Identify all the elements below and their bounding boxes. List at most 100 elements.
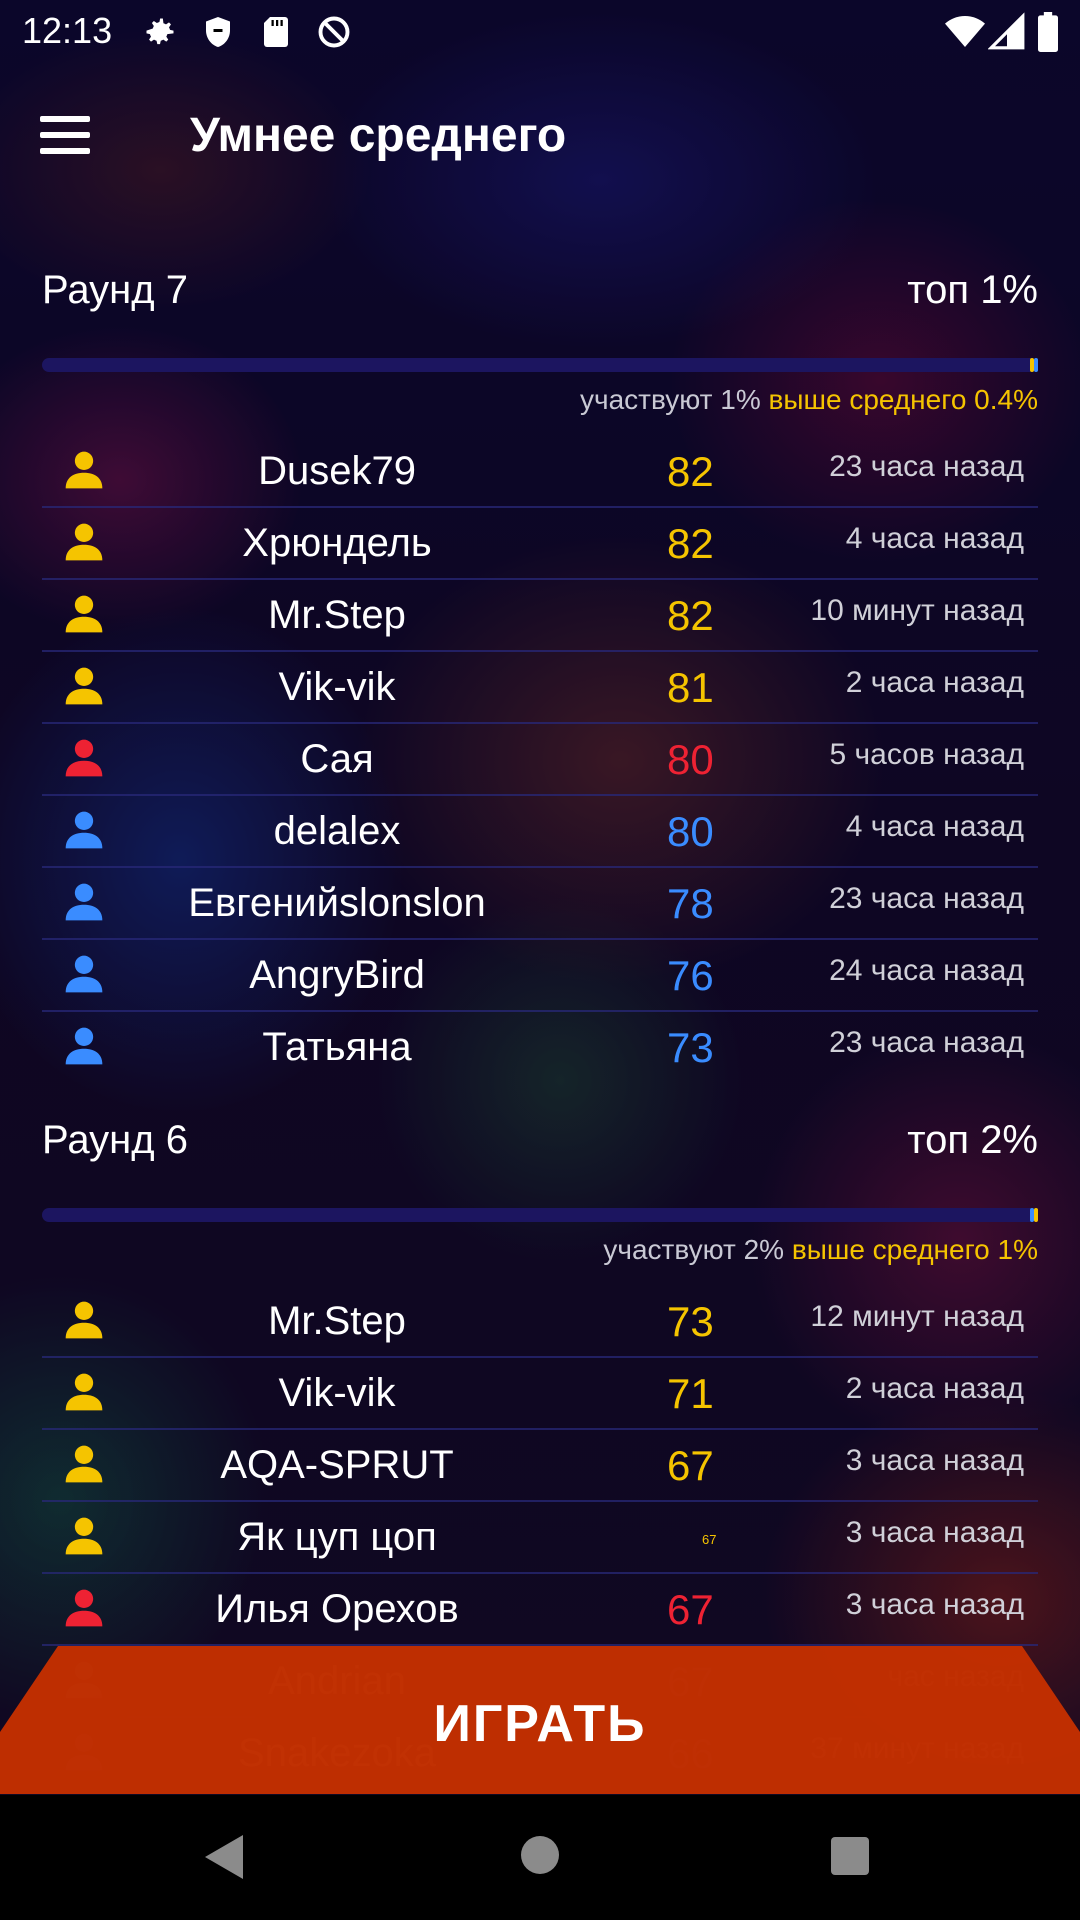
round-top-percent: топ 1%: [907, 268, 1038, 312]
player-row[interactable]: AQA-SPRUT 67 3 часа назад: [42, 1430, 1038, 1502]
player-name: AQA-SPRUT: [220, 1443, 454, 1487]
user-icon: [62, 1370, 106, 1414]
player-row[interactable]: Vik-vik 71 2 часа назад: [42, 1358, 1038, 1430]
above-average-text: выше среднего 1%: [791, 1234, 1038, 1265]
player-name: Хрюндель: [242, 521, 432, 565]
user-icon: [62, 808, 106, 852]
player-time-ago: 3 часа назад: [845, 1444, 1024, 1477]
above-average-text: выше среднего 0.4%: [768, 384, 1039, 415]
player-row[interactable]: Mr.Step 73 12 минут назад: [42, 1286, 1038, 1358]
player-score: 82: [667, 448, 714, 495]
player-row[interactable]: Хрюндель 82 4 часа назад: [42, 508, 1038, 580]
player-row[interactable]: Татьяна 73 23 часа назад: [42, 1012, 1038, 1082]
player-score: 73: [667, 1298, 714, 1345]
player-row[interactable]: delalex 80 4 часа назад: [42, 796, 1038, 868]
user-icon: [62, 1298, 106, 1342]
recents-square-icon[interactable]: [831, 1837, 869, 1875]
player-name: Vik-vik: [278, 665, 396, 709]
player-score: 78: [667, 880, 714, 927]
app-bar: Умнее среднего: [0, 64, 1080, 212]
player-name: Mr.Step: [268, 1299, 406, 1343]
shield-icon: [206, 17, 230, 47]
player-time-ago: 23 часа назад: [829, 450, 1024, 483]
round-top-percent: топ 2%: [907, 1118, 1038, 1162]
player-row[interactable]: Dusek79 82 23 часа назад: [42, 436, 1038, 508]
player-row[interactable]: Vik-vik 81 2 часа назад: [42, 652, 1038, 724]
player-row[interactable]: Як цуп цоп 67 3 часа назад: [42, 1502, 1038, 1574]
app-title: Умнее среднего: [190, 109, 567, 162]
player-time-ago: 5 часов назад: [829, 738, 1025, 771]
status-bar: 12:13: [0, 0, 1080, 64]
round-header: Раунд 7 топ 1%: [42, 268, 1038, 324]
no-sync-icon: [318, 16, 350, 48]
back-triangle-icon[interactable]: [205, 1835, 245, 1879]
user-icon: [62, 520, 106, 564]
round-title: Раунд 7: [42, 268, 188, 312]
home-circle-icon[interactable]: [521, 1836, 559, 1874]
player-name: Евгенийslonslon: [188, 881, 486, 925]
status-time: 12:13: [22, 10, 113, 51]
player-row[interactable]: Илья Орехов 67 3 часа назад: [42, 1574, 1038, 1646]
user-icon: [62, 592, 106, 636]
round-stats: участвуют 1% выше среднего 0.4%: [42, 384, 1038, 424]
participate-text: участвуют 2%: [603, 1234, 785, 1265]
participate-text: участвуют 1%: [580, 384, 761, 415]
navigation-bar: [0, 1795, 1080, 1920]
player-time-ago: 2 часа назад: [845, 666, 1024, 699]
player-score: 73: [667, 1024, 714, 1071]
player-name: AngryBird: [249, 953, 425, 997]
player-row[interactable]: Mr.Step 82 10 минут назад: [42, 580, 1038, 652]
player-list: Dusek79 82 23 часа назад Хрюндель 82 4 часа н…: [42, 436, 1038, 1082]
user-icon: [62, 1024, 106, 1068]
round-header: Раунд 6 топ 2%: [42, 1118, 1038, 1174]
battery-icon: [1038, 12, 1058, 52]
player-time-ago: 23 часа назад: [829, 882, 1024, 915]
player-time-ago: 23 часа назад: [829, 1026, 1024, 1059]
player-score: 82: [667, 592, 714, 639]
gear-icon: [146, 18, 174, 45]
user-icon: [62, 664, 106, 708]
player-row[interactable]: Евгенийslonslon 78 23 часа назад: [42, 868, 1038, 940]
player-score: 67: [667, 1586, 714, 1633]
player-time-ago: 10 минут назад: [810, 594, 1024, 627]
player-score: 80: [667, 736, 714, 783]
player-row[interactable]: AngryBird 76 24 часа назад: [42, 940, 1038, 1012]
user-icon: [62, 1514, 106, 1558]
user-icon: [62, 448, 106, 492]
player-score: 67: [667, 1442, 714, 1489]
player-name: Татьяна: [262, 1025, 412, 1069]
round-progress-bar: [42, 358, 1038, 372]
player-time-ago: 3 часа назад: [845, 1588, 1024, 1621]
player-name: Dusek79: [258, 449, 416, 493]
player-name: Сая: [300, 737, 374, 781]
player-score: 80: [667, 808, 714, 855]
user-icon: [62, 736, 106, 780]
player-time-ago: 24 часа назад: [829, 954, 1024, 987]
player-row[interactable]: Сая 80 5 часов назад: [42, 724, 1038, 796]
user-icon: [62, 1586, 106, 1630]
user-icon: [62, 1442, 106, 1486]
sd-card-icon: [264, 17, 288, 47]
player-time-ago: 2 часа назад: [845, 1372, 1024, 1405]
user-icon: [62, 952, 106, 996]
player-score: 67: [702, 1532, 717, 1547]
play-button-label[interactable]: ИГРАТЬ: [0, 1694, 1080, 1754]
player-score: 81: [667, 664, 714, 711]
round-section: Раунд 7 топ 1% участвуют 1% выше среднего …: [42, 268, 1038, 1082]
wifi-icon: [945, 16, 985, 47]
user-icon: [62, 880, 106, 924]
player-time-ago: 12 минут назад: [810, 1300, 1024, 1333]
round-progress-bar: [42, 1208, 1038, 1222]
player-name: delalex: [273, 809, 401, 853]
round-stats: участвуют 2% выше среднего 1%: [42, 1234, 1038, 1274]
player-score: 76: [667, 952, 714, 999]
player-time-ago: 4 часа назад: [845, 810, 1024, 843]
player-time-ago: 3 часа назад: [845, 1516, 1024, 1549]
hamburger-menu-icon[interactable]: [40, 116, 106, 160]
player-name: Vik-vik: [278, 1371, 396, 1415]
player-name: Илья Орехов: [215, 1587, 459, 1631]
player-score: 71: [667, 1370, 714, 1417]
signal-icon: [988, 12, 1025, 50]
player-name: Як цуп цоп: [237, 1515, 437, 1559]
player-score: 82: [667, 520, 714, 567]
